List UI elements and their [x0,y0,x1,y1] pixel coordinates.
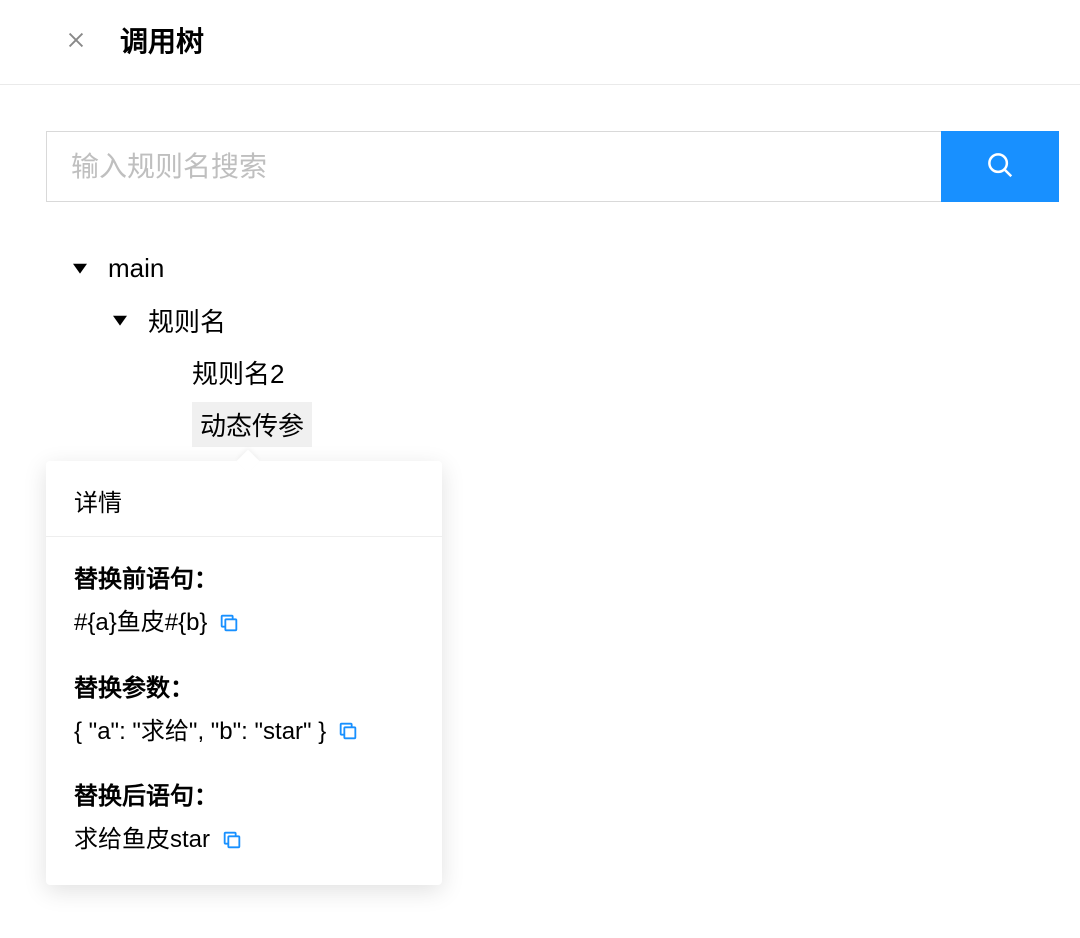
caret-down-icon[interactable] [70,258,90,278]
detail-after-value-row: 求给鱼皮star [74,823,414,857]
detail-params-value-row: { "a": "求给", "b": "star" } [74,715,414,749]
detail-params-value: { "a": "求给", "b": "star" } [74,715,326,749]
tree-node-rule2[interactable]: 规则名2 [70,346,1034,398]
search-button[interactable] [941,131,1059,202]
tree-node-rule[interactable]: 规则名 [70,294,1034,346]
tree-node-main[interactable]: main [70,242,1034,294]
search-input[interactable] [46,131,941,202]
detail-params-section: 替换参数： { "a": "求给", "b": "star" } [74,668,414,749]
detail-popover: 详情 替换前语句： #{a}鱼皮#{b} 替换参数： { "a": "求给", … [46,461,442,885]
copy-icon[interactable] [336,719,360,743]
detail-before-value-row: #{a}鱼皮#{b} [74,606,414,640]
tree-node-label: 规则名 [148,302,226,339]
page-header: 调用树 [0,0,1080,85]
tree-node-label: main [108,253,164,284]
detail-after-label: 替换后语句： [74,776,414,811]
content-area: main 规则名 规则名2 动态传参 [0,85,1080,450]
close-icon[interactable] [62,26,90,54]
detail-params-label: 替换参数： [74,668,414,703]
tree-node-label: 规则名2 [192,354,284,391]
detail-after-section: 替换后语句： 求给鱼皮star [74,776,414,857]
page-title: 调用树 [120,20,204,60]
detail-before-value: #{a}鱼皮#{b} [74,606,207,640]
tree-node-dynamic-params[interactable]: 动态传参 [70,398,1034,450]
copy-icon[interactable] [220,828,244,852]
search-container [46,131,1059,202]
detail-before-section: 替换前语句： #{a}鱼皮#{b} [74,559,414,640]
detail-before-label: 替换前语句： [74,559,414,594]
popover-body: 替换前语句： #{a}鱼皮#{b} 替换参数： { "a": "求给", "b"… [46,537,442,885]
caret-down-icon[interactable] [110,310,130,330]
tree-node-label: 动态传参 [192,402,312,447]
search-icon [985,150,1015,183]
copy-icon[interactable] [217,611,241,635]
detail-after-value: 求给鱼皮star [74,823,210,857]
popover-title: 详情 [46,461,442,537]
call-tree: main 规则名 规则名2 动态传参 [46,242,1034,450]
